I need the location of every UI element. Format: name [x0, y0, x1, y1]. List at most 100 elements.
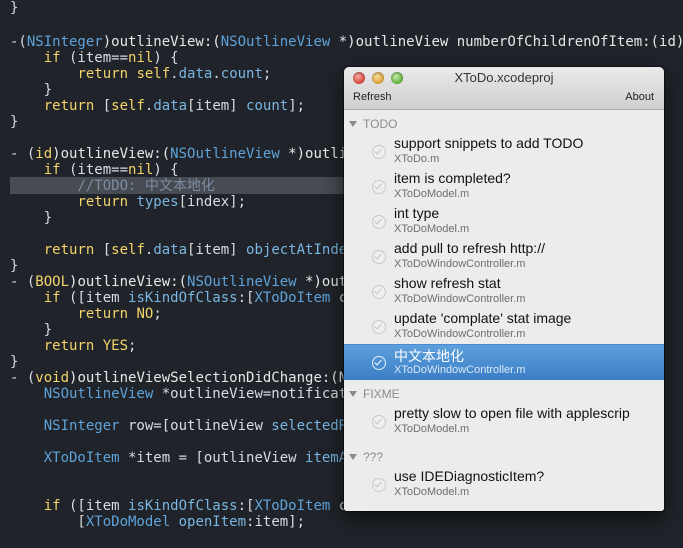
code-token: XToDoItem	[43, 450, 120, 466]
todo-item-row[interactable]: 中文本地化 XToDoWindowController.m	[344, 344, 664, 380]
code-line: }	[10, 258, 18, 274]
code-line: }	[10, 322, 52, 338]
code-token: XToDoModel	[85, 514, 171, 530]
code-token: YES	[102, 338, 129, 354]
checkmark-icon[interactable]	[372, 285, 386, 299]
group-label: ???	[363, 450, 384, 464]
todo-item-row[interactable]: show refresh stat XToDoWindowController.m	[344, 274, 664, 309]
code-token: id	[35, 146, 53, 162]
code-token: data	[153, 98, 188, 114]
code-token: ([item	[60, 290, 129, 306]
todo-item-file: XToDoWindowController.m	[394, 328, 526, 340]
todo-item-file: XToDoWindowController.m	[394, 364, 526, 376]
todo-item-row[interactable]: int type XToDoModel.m	[344, 204, 664, 239]
todo-item-row[interactable]: pretty slow to open file with applescrip…	[344, 404, 664, 439]
code-token: )outlineViewSelectionDidChange:(N	[69, 370, 348, 386]
code-line: if (item==nil) {	[10, 162, 179, 178]
code-token: NSOutlineView	[43, 386, 154, 402]
todo-item-row[interactable]: item is completed? XToDoModel.m	[344, 169, 664, 204]
title-bar[interactable]: XToDo.xcodeproj Refresh About	[344, 67, 664, 110]
code-token: )outlineView:(	[102, 34, 221, 50]
code-line: return self.data.count;	[10, 66, 271, 82]
code-token: isKindOfClass	[128, 290, 238, 306]
checkmark-icon[interactable]	[372, 250, 386, 264]
todo-item-row[interactable]: update 'complate' stat image XToDoWindowC…	[344, 309, 664, 344]
checkmark-icon[interactable]	[372, 415, 386, 429]
code-line: if ([item isKindOfClass:[XToDoItem c	[10, 498, 347, 514]
disclosure-triangle-icon[interactable]	[349, 454, 357, 460]
todo-item-row[interactable]: support snippets to add TODO XToDo.m	[344, 134, 664, 169]
disclosure-triangle-icon[interactable]	[349, 391, 357, 397]
code-token: [item]	[187, 98, 247, 114]
checkmark-icon[interactable]	[372, 145, 386, 159]
checkmark-icon[interactable]	[372, 180, 386, 194]
checkmark-icon[interactable]	[372, 478, 386, 492]
code-line: return [self.data[item] objectAtInde	[10, 242, 347, 258]
code-token: count	[246, 98, 289, 114]
code-token: if	[43, 498, 61, 514]
group-header-[interactable]: ???	[344, 447, 664, 467]
code-token: data	[178, 66, 213, 82]
code-line: }	[10, 82, 52, 98]
code-token: (item==	[60, 50, 129, 66]
code-token: }	[10, 322, 53, 338]
code-token: NSOutlineView	[187, 274, 297, 290]
todo-item-row[interactable]: add pull to refresh http:// XToDoWindowCo…	[344, 239, 664, 274]
todo-item-file: XToDo.m	[394, 153, 440, 165]
code-token: return	[77, 194, 129, 210]
code-line: return [self.data[item] count];	[10, 98, 305, 114]
todo-item-title: 中文本地化	[394, 348, 464, 364]
checkmark-icon[interactable]	[372, 320, 386, 334]
todo-item-title: item is completed?	[394, 170, 511, 186]
todo-item-row[interactable]: use IDEDiagnosticItem? XToDoModel.m	[344, 467, 664, 502]
checkmark-icon[interactable]	[372, 356, 386, 370]
group-label: TODO	[363, 117, 398, 131]
todo-item-title: add pull to refresh http://	[394, 240, 545, 256]
checkmark-icon[interactable]	[372, 215, 386, 229]
refresh-button[interactable]: Refresh	[353, 91, 392, 103]
code-token: ([item	[60, 498, 129, 514]
xtodo-window[interactable]: XToDo.xcodeproj Refresh About TODO suppor…	[344, 67, 664, 511]
code-token: NSInteger	[26, 34, 103, 50]
todo-item-title: pretty slow to open file with applescrip	[394, 405, 630, 421]
code-token: }	[10, 114, 19, 130]
code-line: return NO;	[10, 306, 161, 322]
code-token: return	[43, 98, 95, 114]
code-token: ) {	[153, 50, 179, 66]
todo-item-title: update 'complate' stat image	[394, 310, 572, 326]
code-token: }	[10, 0, 19, 16]
code-token: (item==	[60, 162, 129, 178]
code-token: isKindOfClass	[128, 498, 238, 514]
disclosure-triangle-icon[interactable]	[349, 121, 357, 127]
code-token: self	[136, 66, 171, 82]
code-token: NSInteger	[43, 418, 120, 434]
code-token: ;	[128, 338, 137, 354]
code-token: NO	[136, 306, 154, 322]
code-token: - (	[10, 146, 36, 162]
code-token: )outlineView:(	[52, 146, 171, 162]
todo-item-file: XToDoModel.m	[394, 423, 470, 435]
todo-item-file: XToDoWindowController.m	[394, 293, 526, 305]
code-token: return	[43, 242, 95, 258]
todo-outline-list[interactable]: TODO support snippets to add TODO XToDo.m i…	[344, 110, 664, 511]
code-token: [	[94, 98, 112, 114]
code-token: types	[136, 194, 179, 210]
code-token: count	[220, 66, 263, 82]
code-line: if (item==nil) {	[10, 50, 179, 66]
code-line: - (id)outlineView:(NSOutlineView *)outli	[10, 146, 347, 162]
code-token: nil	[128, 50, 154, 66]
todo-item-title: use IDEDiagnosticItem?	[394, 468, 545, 484]
about-button[interactable]: About	[625, 91, 654, 103]
code-token: }	[10, 210, 53, 226]
code-token: //TODO: 中文本地化	[77, 178, 215, 194]
code-token: return	[43, 338, 95, 354]
code-line: - (BOOL)outlineView:(NSOutlineView *)out	[10, 274, 347, 290]
group-header-todo[interactable]: TODO	[344, 114, 664, 134]
group-header-fixme[interactable]: FIXME	[344, 384, 664, 404]
code-line: }	[10, 114, 18, 130]
